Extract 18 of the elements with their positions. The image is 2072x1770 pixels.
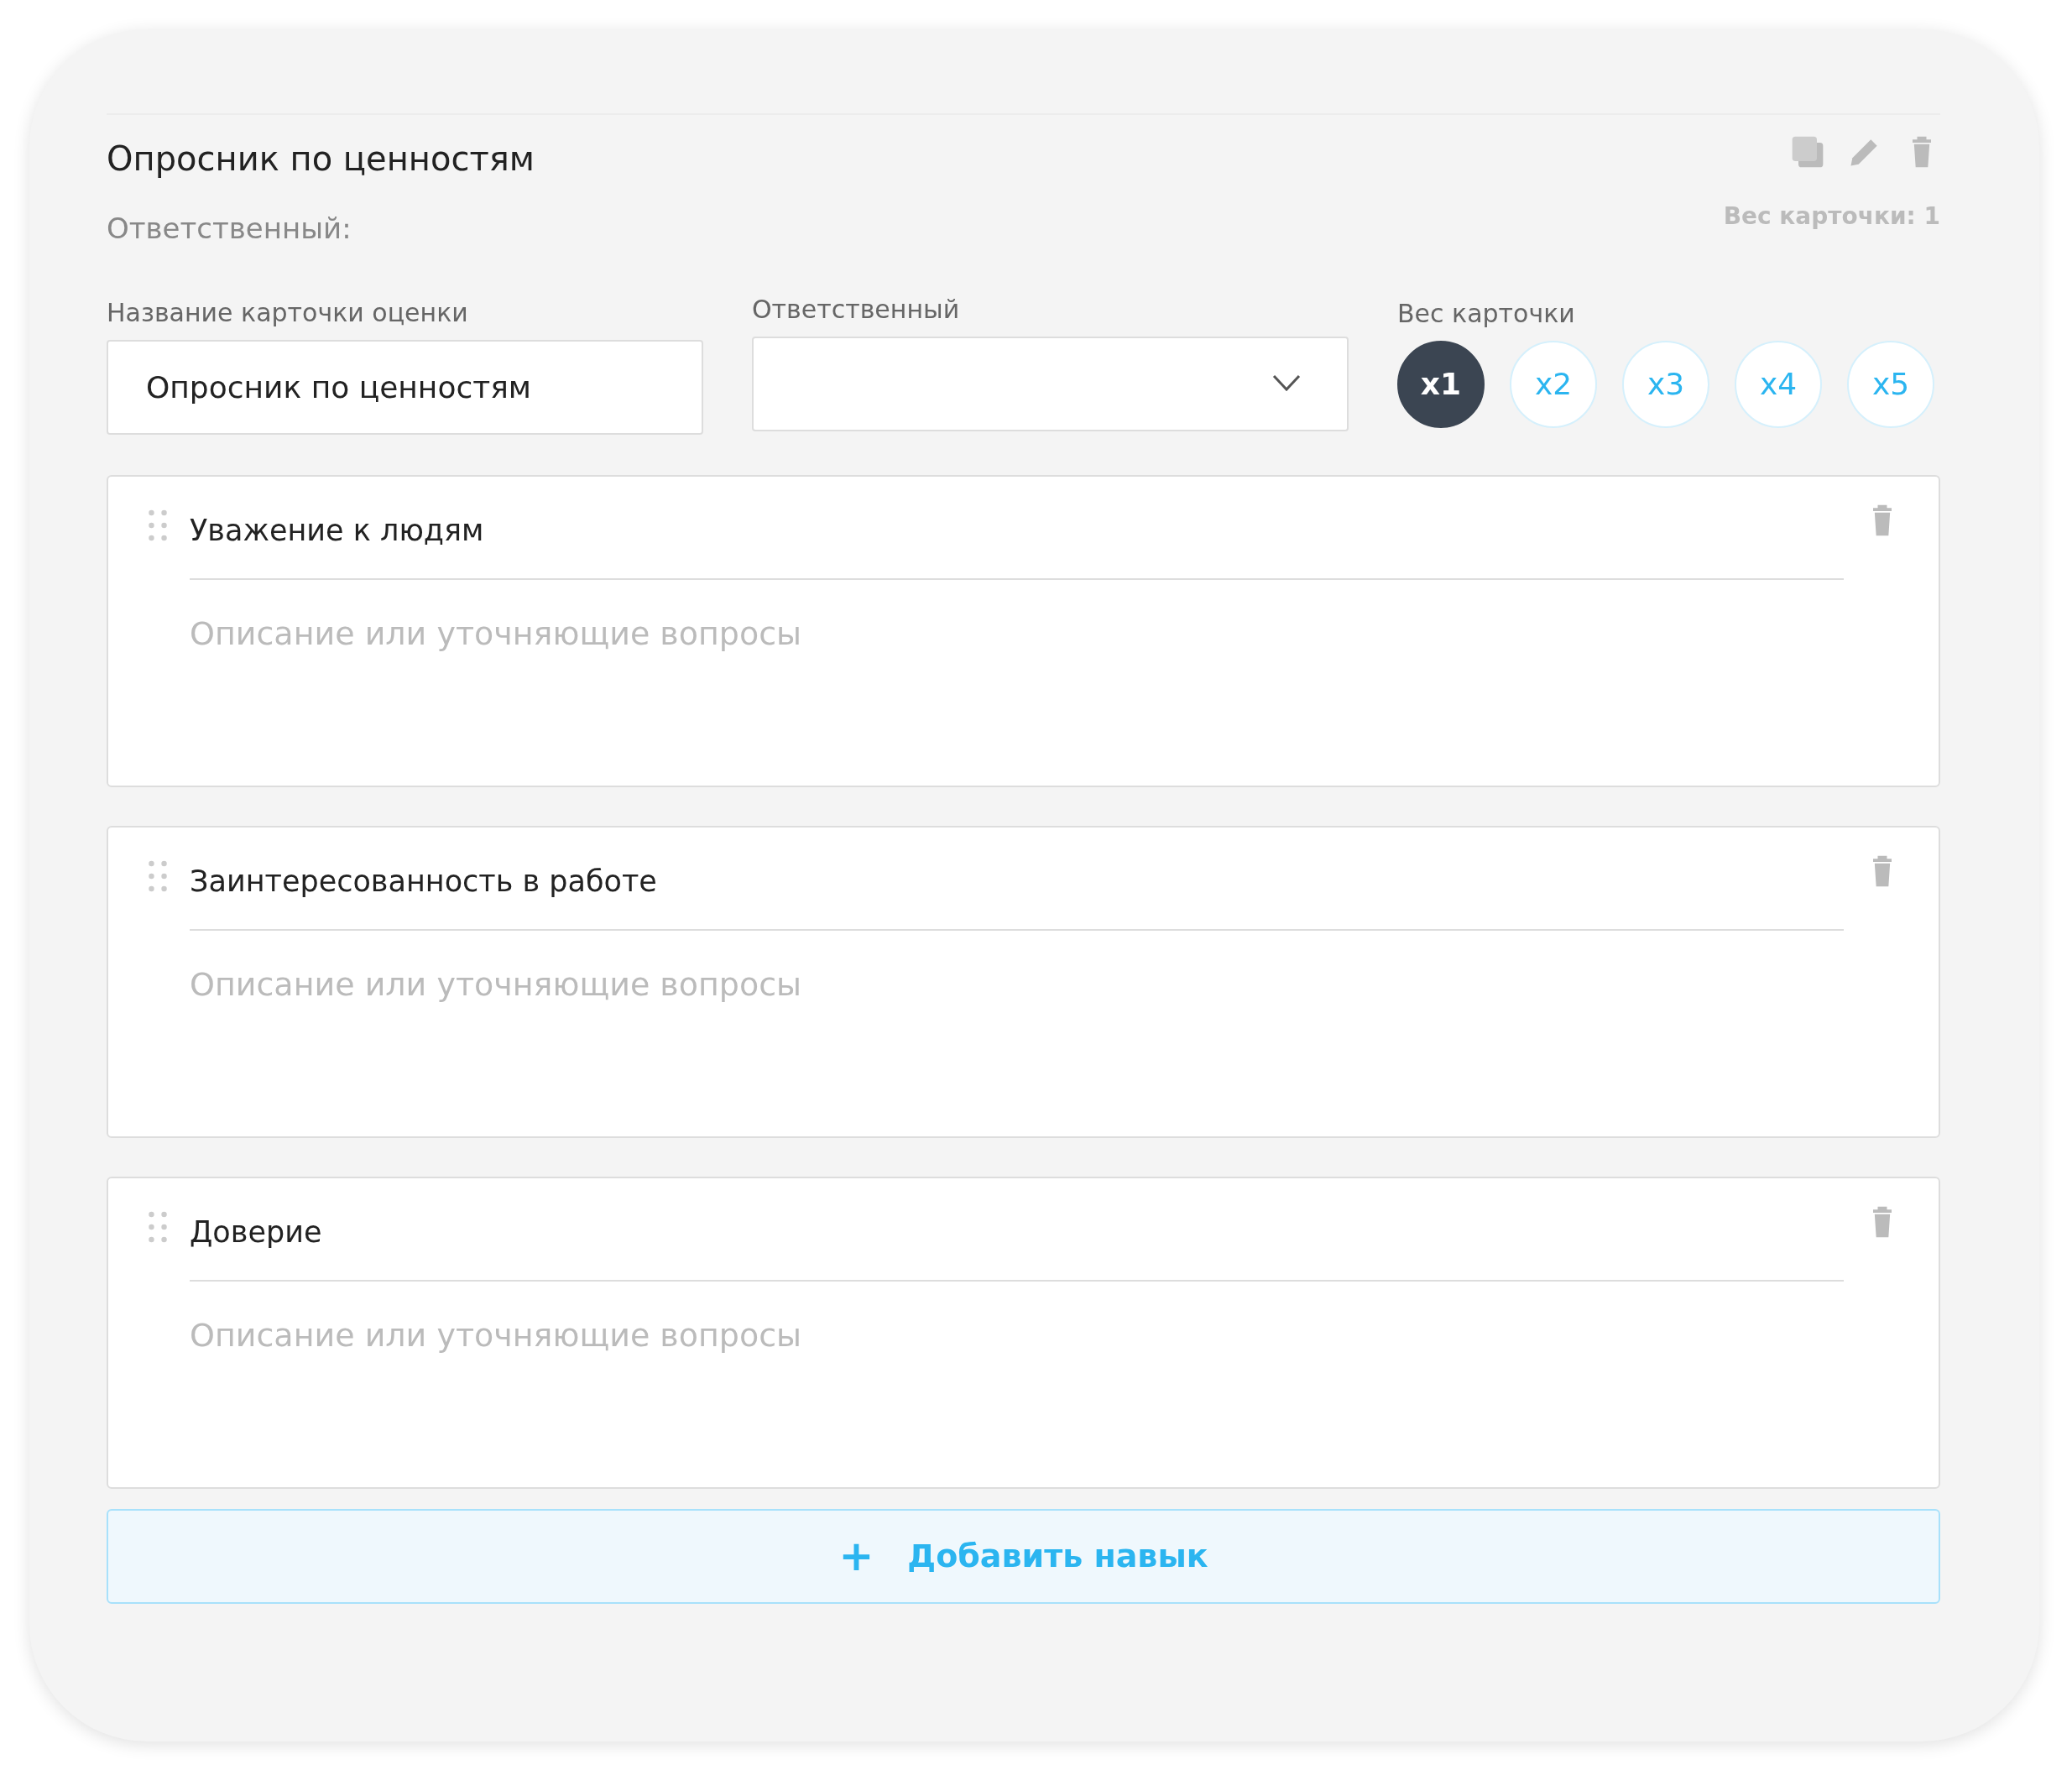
card-weight-summary: Вес карточки: 1 bbox=[1723, 201, 1940, 232]
add-skill-label: Добавить навык bbox=[907, 1537, 1208, 1576]
skill-card[interactable]: Уважение к людям Описание или уточняющие вопросы bbox=[107, 475, 1940, 787]
plus-icon: + bbox=[838, 1525, 874, 1588]
skill-name-field[interactable]: Доверие bbox=[190, 1203, 1844, 1282]
weight-option[interactable]: x1 bbox=[1397, 341, 1485, 428]
skill-card[interactable]: Заинтересованность в работе Описание или уточняющие вопросы bbox=[107, 826, 1940, 1138]
field-label: Название карточки оценки bbox=[107, 297, 469, 329]
card-title: Опросник по ценностям bbox=[107, 138, 535, 180]
skill-name-field[interactable]: Уважение к людям bbox=[190, 502, 1844, 580]
field-label: Вес карточки bbox=[1397, 298, 1576, 330]
card-name-field[interactable]: Опросник по ценностям bbox=[107, 340, 703, 435]
skill-name-field[interactable]: Заинтересованность в работе bbox=[190, 853, 1844, 931]
field-label: Ответственный bbox=[752, 294, 961, 326]
responsible-label: Ответственный: bbox=[107, 211, 352, 247]
skill-card[interactable]: Доверие Описание или уточняющие вопросы bbox=[107, 1177, 1940, 1489]
chevron-down-icon bbox=[1272, 373, 1301, 394]
responsible-select[interactable] bbox=[752, 337, 1349, 431]
